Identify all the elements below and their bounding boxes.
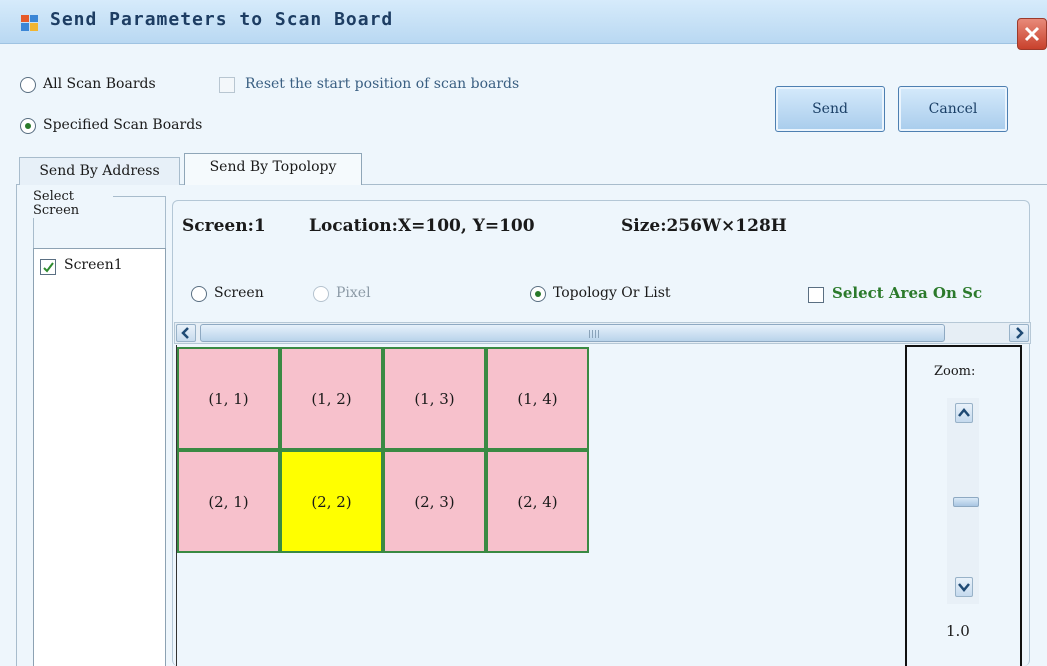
- cancel-button[interactable]: Cancel: [898, 86, 1008, 132]
- screen-mode-label: Screen: [214, 285, 264, 301]
- select-screen-legend: Select Screen: [33, 190, 113, 218]
- chevron-up-icon: [958, 408, 970, 417]
- pixel-mode-radio[interactable]: [313, 286, 329, 302]
- scroll-right-button[interactable]: [1009, 324, 1029, 342]
- specified-scan-boards-radio[interactable]: [20, 118, 36, 134]
- topology-mode-label: Topology Or List: [553, 285, 671, 301]
- pixel-mode-label: Pixel: [336, 285, 371, 301]
- scan-board-cell[interactable]: (2, 4): [486, 450, 589, 553]
- scan-board-cell[interactable]: (2, 1): [177, 450, 280, 553]
- screen-list: Screen1: [33, 248, 166, 666]
- screen1-checkbox[interactable]: [40, 259, 56, 275]
- zoom-up-button[interactable]: [955, 403, 973, 423]
- screen-number: Screen:1: [182, 216, 266, 236]
- title-bar: Send Parameters to Scan Board: [0, 0, 1047, 44]
- zoom-value: 1.0: [946, 622, 970, 640]
- scan-board-cell[interactable]: (1, 3): [383, 347, 486, 450]
- chevron-right-icon: [1016, 327, 1024, 339]
- all-scan-boards-radio[interactable]: [20, 77, 36, 93]
- zoom-down-button[interactable]: [955, 577, 973, 597]
- scan-board-cell[interactable]: (1, 2): [280, 347, 383, 450]
- zoom-label: Zoom:: [934, 364, 976, 379]
- zoom-slider-thumb[interactable]: [953, 497, 979, 507]
- screen1-label: Screen1: [64, 257, 123, 273]
- reset-start-position-checkbox[interactable]: [219, 77, 235, 93]
- reset-start-position-label: Reset the start position of scan boards: [245, 76, 520, 92]
- select-area-label: Select Area On Sc: [832, 284, 983, 302]
- scan-board-cell-selected[interactable]: (2, 2): [280, 450, 383, 553]
- topology-mode-radio[interactable]: [530, 286, 546, 302]
- chevron-left-icon: [181, 327, 189, 339]
- close-button[interactable]: [1017, 18, 1047, 50]
- horizontal-scrollbar[interactable]: [174, 322, 1031, 344]
- scan-board-cell[interactable]: (1, 1): [177, 347, 280, 450]
- scan-board-cell[interactable]: (1, 4): [486, 347, 589, 450]
- specified-scan-boards-label: Specified Scan Boards: [43, 117, 203, 133]
- topology-canvas[interactable]: (1, 1) (1, 2) (1, 3) (1, 4) (2, 1) (2, 2…: [176, 345, 904, 666]
- scroll-left-button[interactable]: [176, 324, 196, 342]
- close-icon: [1024, 26, 1040, 42]
- screen-size: Size:256W×128H: [621, 216, 787, 236]
- tab-send-by-topology[interactable]: Send By Topolopy: [184, 153, 362, 185]
- window-title: Send Parameters to Scan Board: [50, 9, 394, 30]
- horizontal-scroll-thumb[interactable]: [200, 324, 945, 342]
- screen-mode-radio[interactable]: [191, 286, 207, 302]
- all-scan-boards-label: All Scan Boards: [43, 76, 156, 92]
- check-icon: [43, 262, 54, 273]
- app-icon: [21, 15, 38, 31]
- send-button[interactable]: Send: [775, 86, 885, 132]
- chevron-down-icon: [958, 583, 970, 592]
- screen-location: Location:X=100, Y=100: [309, 216, 535, 236]
- tab-send-by-address[interactable]: Send By Address: [19, 157, 180, 185]
- scan-board-cell[interactable]: (2, 3): [383, 450, 486, 553]
- select-area-checkbox[interactable]: [808, 287, 824, 303]
